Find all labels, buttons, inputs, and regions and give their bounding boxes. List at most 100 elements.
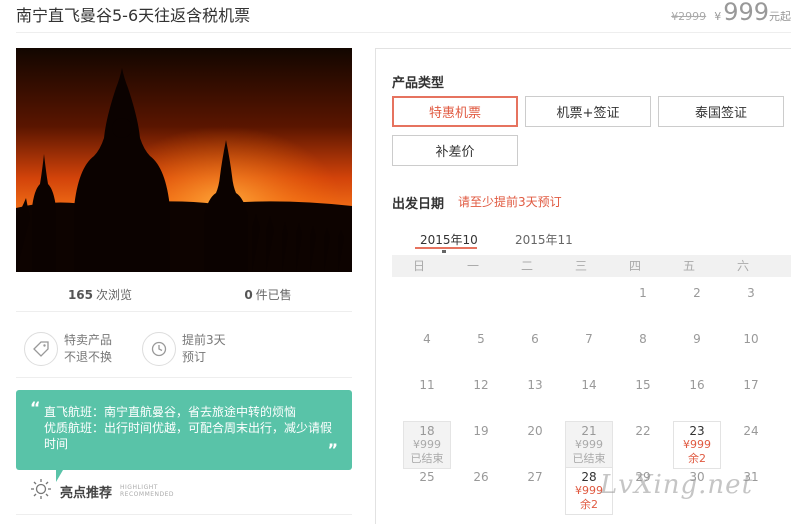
highlight-label: 亮点推荐 (60, 485, 113, 501)
day-number: 27 (527, 470, 543, 484)
calendar-day: 27 (511, 470, 559, 484)
day-number: 1 (639, 286, 647, 300)
day-number: 24 (743, 424, 759, 438)
departure-date-title: 出发日期 (392, 197, 445, 212)
day-number: 8 (639, 332, 647, 346)
day-number: 7 (585, 332, 593, 346)
original-price: ¥2999 (671, 10, 707, 23)
feature-list: 特卖产品 不退不换 提前3天 预订 (24, 332, 252, 366)
day-status: 已结束 (572, 452, 606, 465)
calendar-day: 11 (403, 378, 451, 392)
day-number: 23 (689, 424, 705, 438)
day-number: 21 (581, 424, 597, 438)
calendar-day: 12 (457, 378, 505, 392)
day-number: 20 (527, 424, 543, 438)
highlight-note: “ 直飞航班：南宁直航曼谷，省去旅途中转的烦恼 优质航班：出行时间优越，可配合周… (16, 390, 352, 470)
day-number: 15 (635, 378, 651, 392)
weekday: 六 (736, 259, 749, 273)
price-unit: 元起 (769, 10, 791, 23)
product-type-price-difference[interactable]: 补差价 (392, 135, 518, 166)
calendar-day: 20 (511, 424, 559, 438)
feature-line: 预订 (182, 350, 207, 364)
day-status: 余2 (580, 498, 598, 511)
day-price: ¥999 (683, 438, 711, 451)
highlight-en-line: HIGHLIGHT (120, 484, 158, 491)
header-divider (16, 32, 791, 33)
day-number: 12 (473, 378, 489, 392)
day-number: 4 (423, 332, 431, 346)
product-type-title: 产品类型 (392, 76, 445, 91)
highlight-en: HIGHLIGHT RECOMMENDED (120, 484, 174, 498)
calendar-day: 19 (457, 424, 505, 438)
day-number: 11 (419, 378, 435, 392)
calendar-day: 17 (727, 378, 775, 392)
product-photo[interactable] (16, 48, 352, 272)
day-price: ¥999 (575, 438, 603, 451)
weekday: 日 (412, 259, 425, 273)
day-number: 18 (419, 424, 435, 438)
day-number: 6 (531, 332, 539, 346)
view-count-number: 165 (67, 288, 94, 302)
calendar-day: 22 (619, 424, 667, 438)
product-type-thai-visa[interactable]: 泰国签证 (658, 96, 784, 127)
view-count: 165 次浏览 (16, 282, 184, 311)
feature-line: 不退不换 (64, 350, 113, 364)
buddha-sunset-image (16, 48, 352, 272)
weekday: 五 (682, 259, 695, 273)
month-tab-nov[interactable]: 2015年11 (515, 231, 573, 248)
calendar-day: 14 (565, 378, 613, 392)
calendar-day: 15 (619, 378, 667, 392)
weekday: 三 (574, 259, 587, 273)
month-active-underline (415, 247, 477, 249)
calendar-day: 18 ¥999 已结束 (403, 421, 451, 469)
day-number: 16 (689, 378, 705, 392)
feature-advance-booking: 提前3天 预订 (142, 332, 252, 366)
features-divider (16, 377, 352, 378)
calendar-day: 9 (673, 332, 721, 346)
day-number: 9 (693, 332, 701, 346)
calendar-day: 2 (673, 286, 721, 300)
day-number: 3 (747, 286, 755, 300)
calendar-day: 4 (403, 332, 451, 346)
highlight-tab[interactable]: 亮点推荐 HIGHLIGHT RECOMMENDED (30, 478, 174, 504)
calendar-day: 3 (727, 286, 775, 300)
watermark: LvXing.net (600, 470, 754, 500)
calendar-day: 1 (619, 286, 667, 300)
calendar-day: 5 (457, 332, 505, 346)
product-title: 南宁直飞曼谷5-6天往返含税机票 (16, 6, 251, 25)
day-number: 5 (477, 332, 485, 346)
weekday: 二 (520, 259, 533, 273)
calendar-day: 10 (727, 332, 775, 346)
stats-bar: 165 次浏览 0 件已售 (16, 282, 352, 312)
calendar-day: 8 (619, 332, 667, 346)
product-type-special-ticket[interactable]: 特惠机票 (392, 96, 518, 127)
feature-line: 特卖产品 (64, 333, 113, 347)
tag-icon (24, 332, 58, 366)
month-tab-oct[interactable]: 2015年10 (420, 231, 478, 248)
day-number: 26 (473, 470, 489, 484)
product-type-ticket-visa[interactable]: 机票+签证 (525, 96, 651, 127)
sold-count-number: 0 (244, 288, 253, 302)
sold-count-label: 件已售 (255, 288, 292, 302)
calendar-day[interactable]: 23 ¥999 余2 (673, 421, 721, 469)
month-pointer (442, 250, 446, 253)
day-number: 13 (527, 378, 543, 392)
note-line: 直飞航班：南宁直航曼谷，省去旅途中转的烦恼 (44, 405, 297, 419)
weekday-header: 日 一 二 三 四 五 六 (392, 255, 791, 277)
sold-count: 0 件已售 (184, 282, 352, 311)
clock-icon (142, 332, 176, 366)
price-area: ¥2999 ¥ 999 元起 (671, 0, 791, 28)
note-line: 优质航班：出行时间优越，可配合周末出行，减少请假时间 (44, 421, 333, 451)
day-number: 25 (419, 470, 435, 484)
day-number: 17 (743, 378, 759, 392)
view-count-label: 次浏览 (96, 288, 133, 302)
weekday: 四 (628, 259, 641, 273)
weekday: 一 (466, 259, 479, 273)
day-status: 已结束 (410, 452, 444, 465)
day-price: ¥999 (413, 438, 441, 451)
current-price: 999 (723, 0, 769, 26)
feature-line: 提前3天 (182, 333, 226, 347)
calendar-day: 16 (673, 378, 721, 392)
feature-special-sale: 特卖产品 不退不换 (24, 332, 134, 366)
calendar-day: 6 (511, 332, 559, 346)
